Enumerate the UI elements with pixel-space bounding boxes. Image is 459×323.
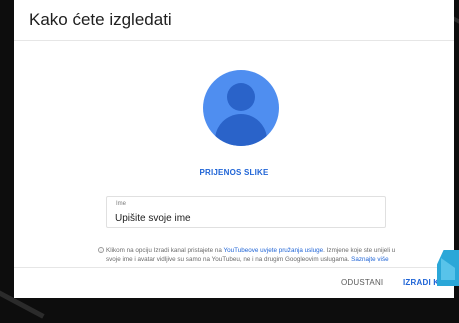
terms-link[interactable]: YouTubeove uvjete pružanja usluge <box>224 247 324 254</box>
dialog-header: Kako ćete izgledati <box>14 0 454 41</box>
terms-text-before: Klikom na opciju Izradi kanal pristajete… <box>106 247 224 254</box>
dialog-footer: ODUSTANI IZRADI KANA <box>14 267 457 298</box>
avatar-placeholder-icon <box>203 70 279 146</box>
name-input[interactable] <box>115 211 375 225</box>
name-field-label: Ime <box>116 201 127 207</box>
cancel-button[interactable]: ODUSTANI <box>341 278 383 287</box>
avatar-head <box>227 83 255 111</box>
avatar-body <box>215 114 267 146</box>
avatar[interactable] <box>203 70 279 146</box>
upload-picture-button[interactable]: PRIJENOS SLIKE <box>14 168 454 177</box>
terms-info: i Klikom na opciju Izradi kanal pristaje… <box>98 246 396 265</box>
info-icon: i <box>98 247 104 253</box>
dialog-title: Kako ćete izgledati <box>29 10 172 29</box>
create-channel-dialog: Kako ćete izgledati PRIJENOS SLIKE Ime i… <box>14 0 457 298</box>
name-field[interactable]: Ime <box>106 196 386 228</box>
learn-more-link[interactable]: Saznajte više <box>351 256 388 263</box>
